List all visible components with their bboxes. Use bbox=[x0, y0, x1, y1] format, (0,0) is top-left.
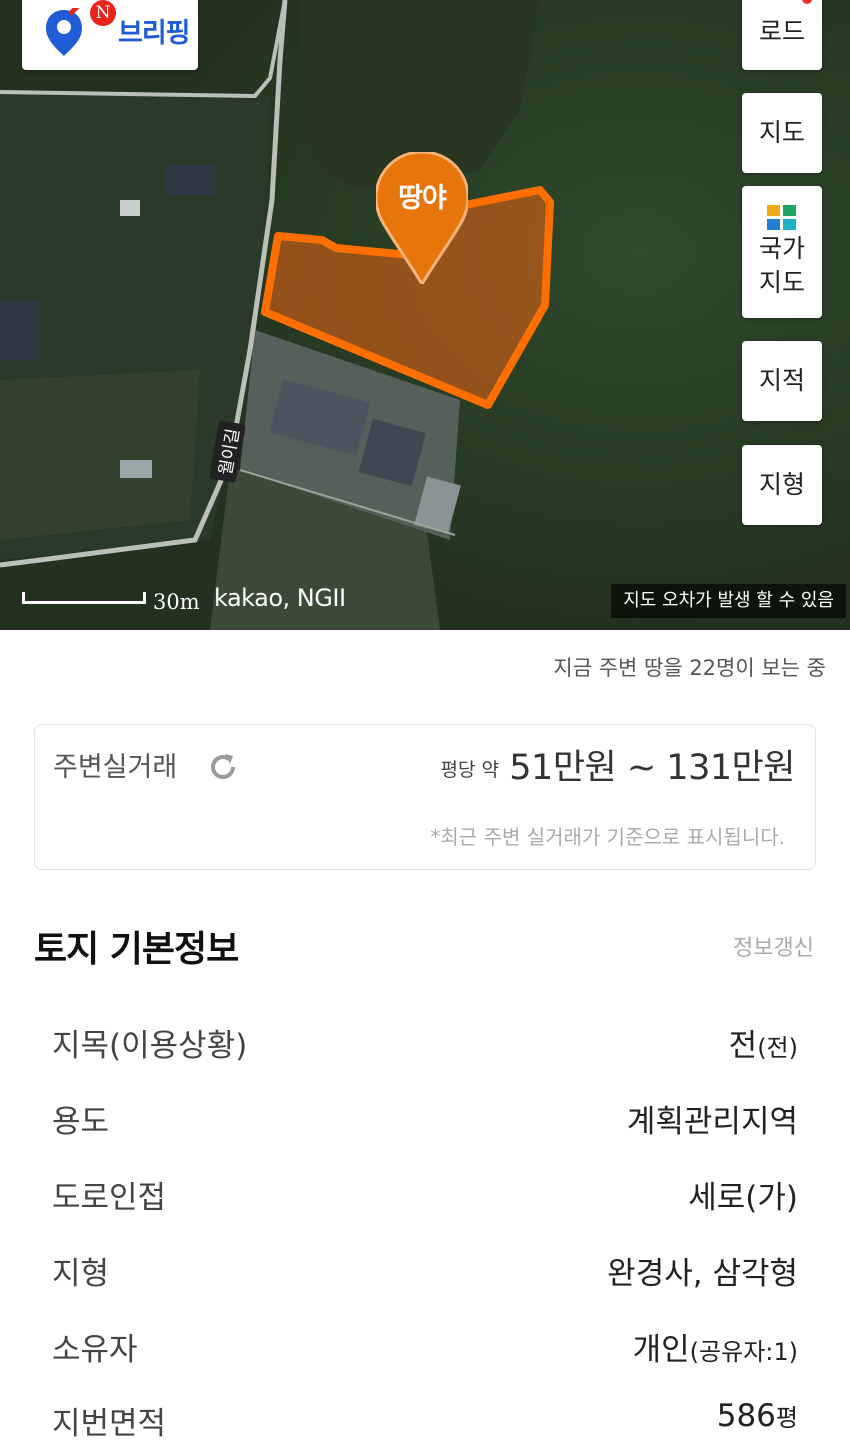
info-key: 용도 bbox=[52, 1104, 110, 1140]
info-value: 세로(가) bbox=[688, 1180, 798, 1216]
briefing-button[interactable]: N 브리핑 bbox=[22, 0, 198, 70]
marker-pin-icon bbox=[374, 150, 470, 287]
price-prefix: 평당 약 bbox=[440, 759, 499, 781]
info-key: 지목(이용상황) bbox=[52, 1028, 248, 1064]
road-view-label: 로드 bbox=[758, 17, 805, 46]
info-row-zoning: 용도 계획관리지역 bbox=[52, 1096, 798, 1140]
info-key: 도로인접 bbox=[52, 1180, 167, 1216]
map-copyright: kakao, NGII bbox=[214, 584, 346, 612]
national-map-icon bbox=[767, 205, 796, 230]
map-scale-bar bbox=[22, 592, 146, 604]
info-row-land-category: 지목(이용상황) 전(전) bbox=[52, 1020, 798, 1064]
parcel-boundary[interactable] bbox=[0, 0, 850, 630]
map-disclaimer: 지도 오차가 발생 할 수 있음 bbox=[611, 584, 846, 618]
briefing-label: 브리핑 bbox=[118, 18, 191, 49]
notification-dot bbox=[802, 0, 812, 4]
info-value: 계획관리지역 bbox=[626, 1104, 798, 1140]
satellite-map[interactable]: 땅야 월이길 N 브리핑 로드 지도 국가 지도 지적 지형 30m kakao… bbox=[0, 0, 850, 630]
national-map-button[interactable]: 국가 지도 bbox=[742, 186, 822, 318]
info-key: 소유자 bbox=[52, 1332, 138, 1368]
map-scale-label: 30m bbox=[153, 590, 200, 614]
road-view-button[interactable]: 로드 bbox=[742, 0, 822, 70]
location-pin-icon bbox=[46, 8, 82, 56]
land-info-title: 토지 기본정보 bbox=[34, 929, 239, 970]
cadastral-button[interactable]: 지적 bbox=[742, 341, 822, 421]
info-key: 지형 bbox=[52, 1256, 110, 1292]
info-row-road-access: 도로인접 세로(가) bbox=[52, 1172, 798, 1216]
nearby-trade-title: 주변실거래 bbox=[53, 752, 178, 783]
map-type-button[interactable]: 지도 bbox=[742, 93, 822, 173]
viewers-count-text: 지금 주변 땅을 22명이 보는 중 bbox=[553, 656, 826, 680]
nearby-trade-card: 주변실거래 평당 약 51만원 ~ 131만원 *최근 주변 실거래가 기준으로… bbox=[34, 724, 816, 870]
parcel-marker[interactable]: 땅야 bbox=[374, 150, 470, 288]
national-map-label: 국가 지도 bbox=[758, 234, 805, 297]
terrain-label: 지형 bbox=[758, 470, 805, 499]
info-value: 개인(공유자:1) bbox=[632, 1332, 798, 1368]
new-badge: N bbox=[90, 0, 116, 26]
info-row-terrain: 지형 완경사, 삼각형 bbox=[52, 1248, 798, 1292]
cadastral-label: 지적 bbox=[758, 366, 805, 395]
price-range: 51만원 ~ 131만원 bbox=[509, 748, 795, 788]
info-row-owner: 소유자 개인(공유자:1) bbox=[52, 1324, 798, 1368]
terrain-button[interactable]: 지형 bbox=[742, 445, 822, 525]
info-row-lot-area: 지번면적 586평 bbox=[52, 1398, 798, 1442]
map-type-label: 지도 bbox=[758, 118, 805, 147]
info-value: 전(전) bbox=[728, 1028, 798, 1064]
info-key: 지번면적 bbox=[52, 1406, 167, 1442]
info-refresh-link[interactable]: 정보갱신 bbox=[733, 930, 814, 962]
refresh-icon[interactable] bbox=[207, 751, 239, 783]
info-value: 완경사, 삼각형 bbox=[607, 1256, 798, 1292]
trade-note: *최근 주변 실거래가 기준으로 표시됩니다. bbox=[430, 825, 785, 849]
marker-label: 땅야 bbox=[398, 183, 447, 214]
info-value: 586평 bbox=[716, 1398, 798, 1434]
